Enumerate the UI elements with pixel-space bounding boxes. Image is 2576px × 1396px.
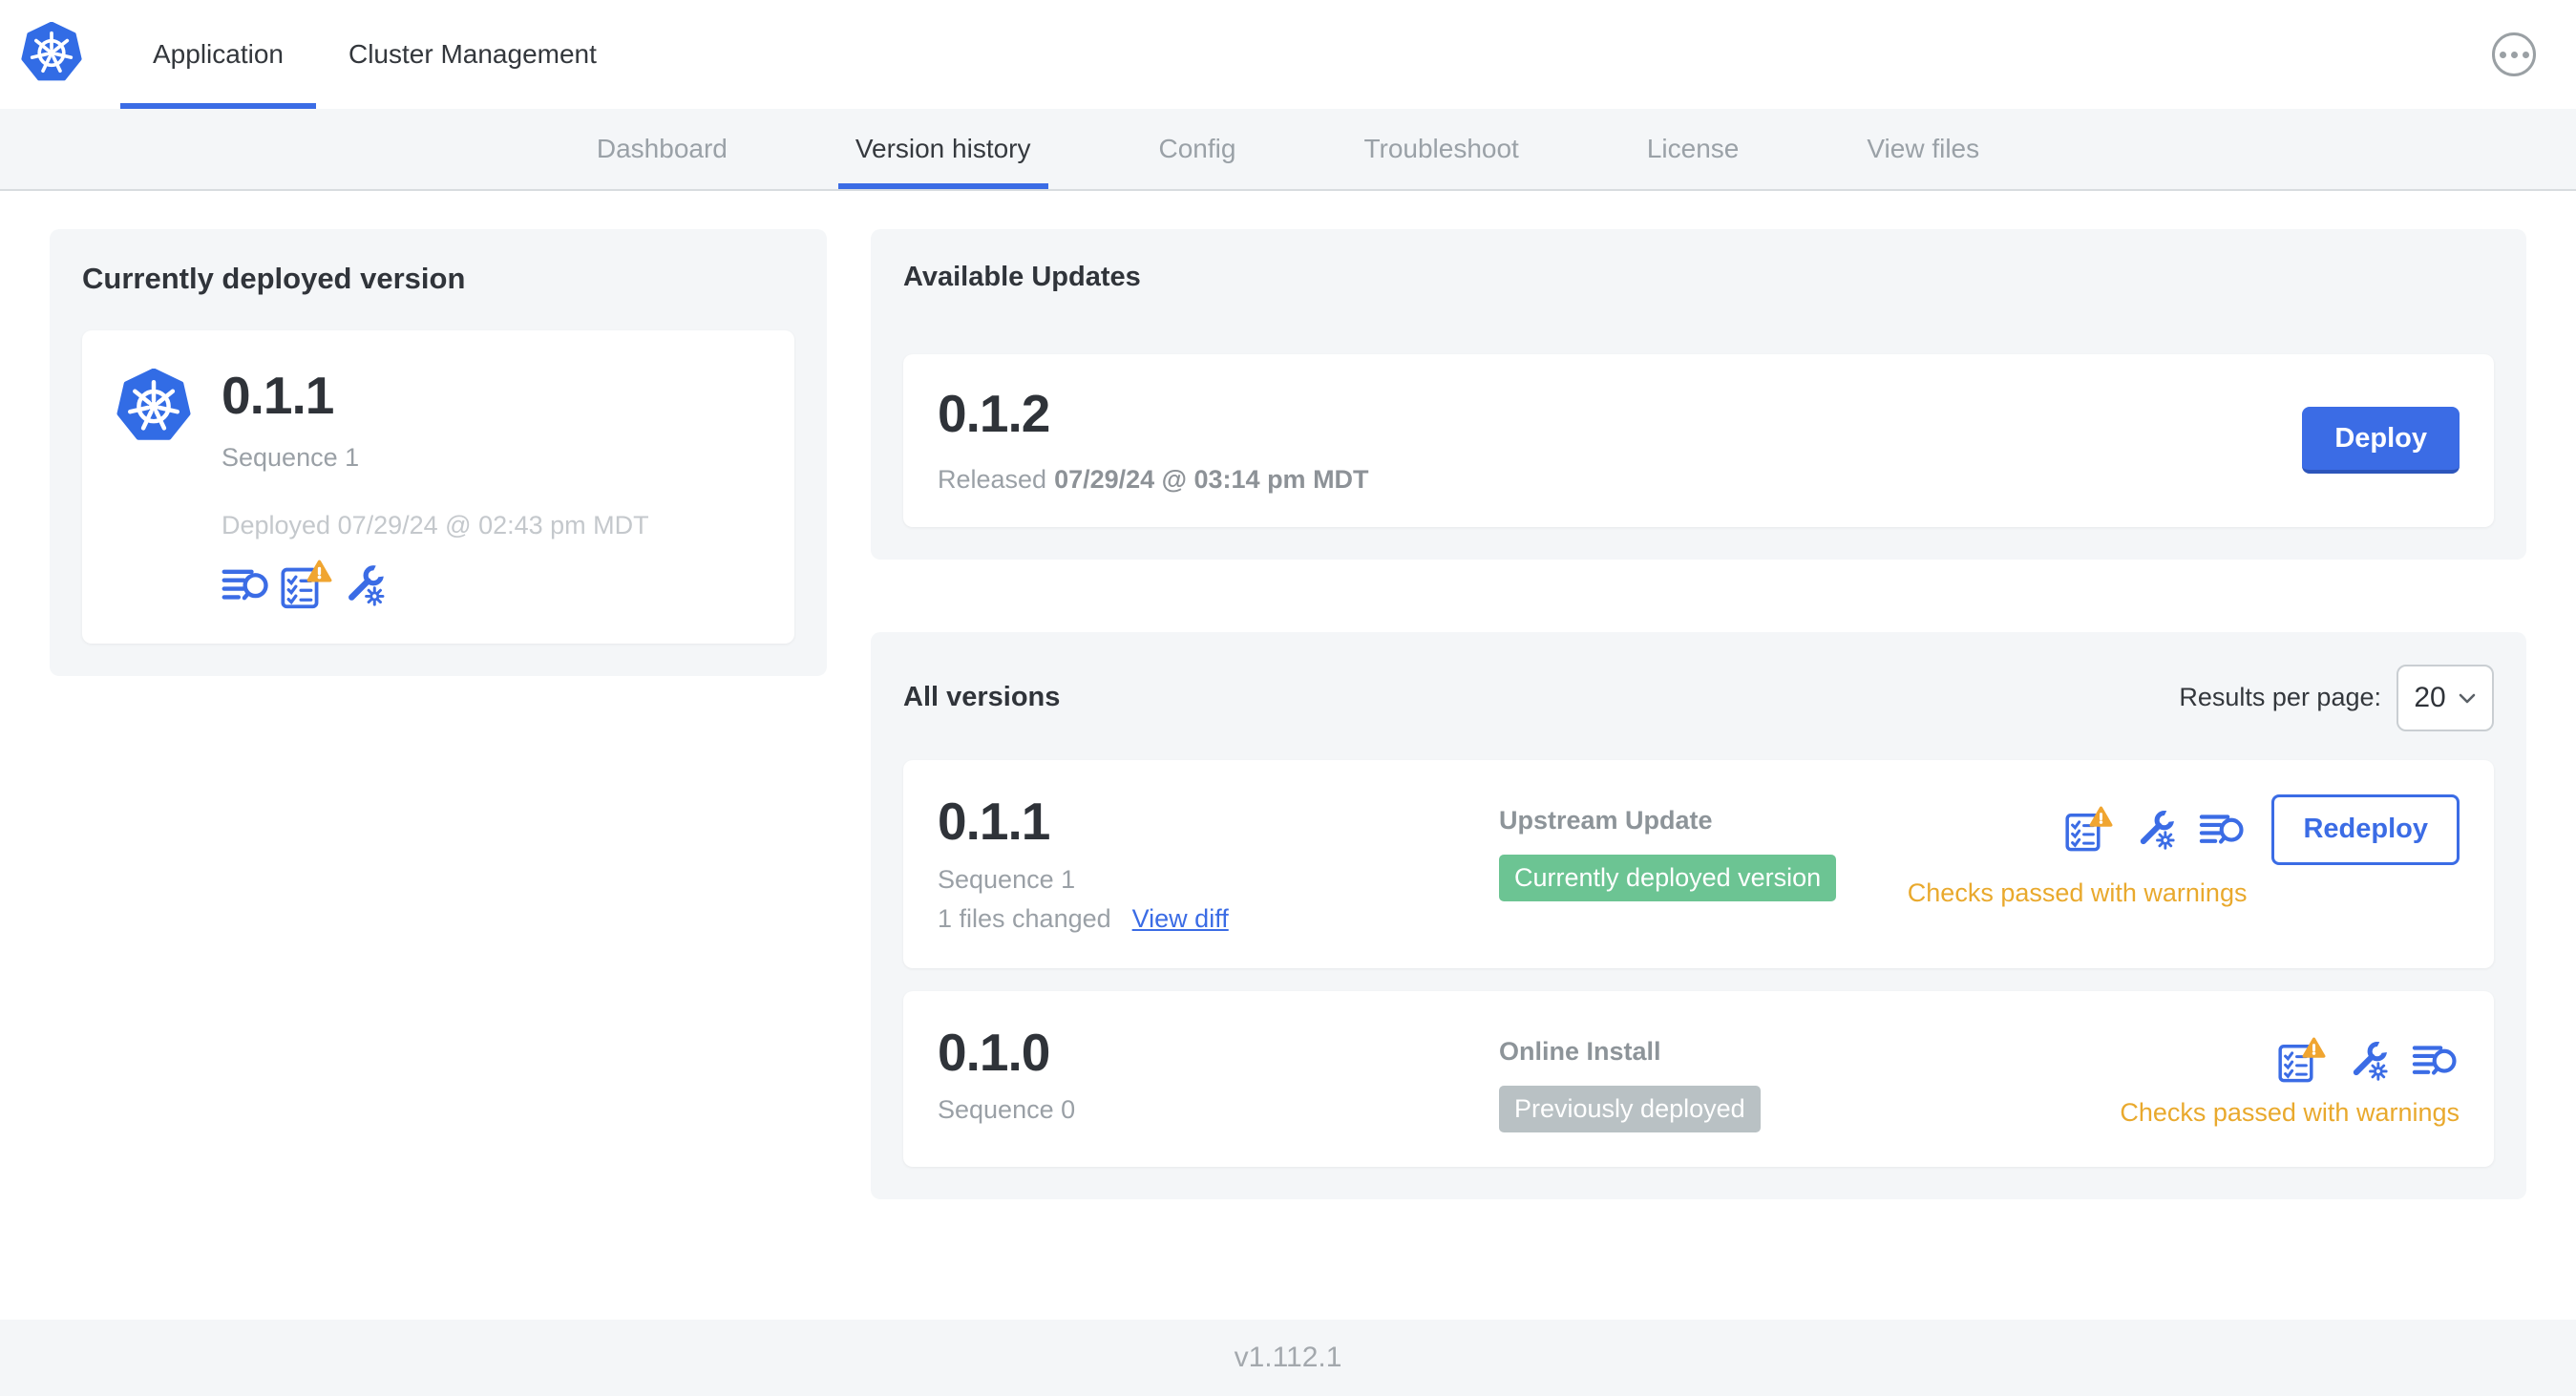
app-sub-nav: Dashboard Version history Config Trouble…: [0, 109, 2576, 191]
redeploy-button[interactable]: Redeploy: [2271, 793, 2460, 865]
released-timestamp: 07/29/24 @ 03:14 pm MDT: [1054, 464, 1369, 494]
row-version-number: 0.1.0: [938, 1022, 1050, 1082]
current-deployed-timestamp: Deployed 07/29/24 @ 02:43 pm MDT: [222, 510, 649, 539]
available-updates-panel: Available Updates 0.1.2 Released 07/29/24…: [871, 229, 2526, 560]
ellipsis-icon: [2499, 51, 2529, 58]
tab-view-files[interactable]: View files: [1849, 109, 1996, 189]
available-update-row: 0.1.2 Released 07/29/24 @ 03:14 pm MDT De…: [903, 354, 2494, 527]
preflight-checks-warning-icon[interactable]: [2278, 1037, 2326, 1085]
preflight-checks-warning-icon[interactable]: [2065, 806, 2113, 854]
released-label: Released: [938, 464, 1047, 494]
results-per-page-label: Results per page:: [2179, 683, 2381, 712]
all-versions-panel: All versions Results per page: 20 0.1.1: [871, 631, 2526, 1199]
tab-troubleshoot[interactable]: Troubleshoot: [1346, 109, 1535, 189]
config-wrench-icon[interactable]: [2347, 1039, 2391, 1083]
preflight-status-text: Checks passed with warnings: [2120, 1097, 2460, 1127]
chevron-down-icon: [2458, 688, 2477, 708]
overflow-menu-button[interactable]: [2492, 32, 2536, 76]
update-version-number: 0.1.2: [938, 384, 1050, 443]
results-per-page-value: 20: [2414, 681, 2446, 713]
console-version: v1.112.1: [1234, 1342, 1342, 1373]
currently-deployed-card: 0.1.1 Sequence 1 Deployed 07/29/24 @ 02:…: [82, 330, 794, 644]
kubernetes-logo-icon: [21, 22, 82, 88]
diff-icon[interactable]: [2199, 811, 2247, 848]
preflight-status-text: Checks passed with warnings: [1907, 878, 2248, 907]
row-version-number: 0.1.1: [938, 791, 1050, 851]
files-changed-label: 1 files changed: [938, 903, 1111, 933]
version-source-label: Upstream Update: [1499, 805, 1713, 835]
currently-deployed-panel: Currently deployed version 0.1.1 Sequenc…: [50, 229, 827, 676]
update-released-line: Released 07/29/24 @ 03:14 pm MDT: [938, 465, 1369, 495]
current-version-number: 0.1.1: [222, 366, 334, 425]
available-updates-title: Available Updates: [903, 262, 1141, 292]
tab-license[interactable]: License: [1630, 109, 1757, 189]
version-row: 0.1.0 Sequence 0 Online Install Previous…: [903, 990, 2494, 1167]
deployed-status-badge: Currently deployed version: [1499, 854, 1837, 901]
diff-icon[interactable]: [222, 565, 271, 604]
app-footer: v1.112.1: [0, 1320, 2576, 1396]
top-nav: Application Cluster Management: [0, 0, 2576, 109]
all-versions-title: All versions: [903, 682, 1061, 713]
row-sequence: Sequence 1: [938, 864, 1076, 894]
deploy-button[interactable]: Deploy: [2302, 407, 2460, 475]
tab-version-history[interactable]: Version history: [838, 109, 1048, 189]
config-wrench-icon[interactable]: [342, 562, 388, 608]
current-sequence: Sequence 1: [222, 442, 360, 472]
main-content: Currently deployed version 0.1.1 Sequenc…: [0, 191, 2576, 1320]
results-per-page-select[interactable]: 20: [2397, 664, 2494, 731]
kubernetes-app-icon: [116, 369, 191, 443]
deployed-status-badge: Previously deployed: [1499, 1085, 1761, 1132]
version-source-label: Online Install: [1499, 1036, 1661, 1066]
diff-icon[interactable]: [2412, 1042, 2460, 1079]
config-wrench-icon[interactable]: [2134, 808, 2178, 852]
topnav-tab-application[interactable]: Application: [120, 0, 316, 109]
currently-deployed-title: Currently deployed version: [82, 262, 466, 295]
tab-config[interactable]: Config: [1142, 109, 1254, 189]
tab-dashboard[interactable]: Dashboard: [580, 109, 745, 189]
topnav-tab-cluster-management[interactable]: Cluster Management: [316, 0, 629, 109]
row-sequence: Sequence 0: [938, 1095, 1076, 1125]
preflight-checks-warning-icon[interactable]: [281, 560, 332, 611]
version-row: 0.1.1 Sequence 1 1 files changed View dif…: [903, 759, 2494, 968]
view-diff-link[interactable]: View diff: [1132, 904, 1229, 933]
app-logo: [0, 0, 120, 109]
